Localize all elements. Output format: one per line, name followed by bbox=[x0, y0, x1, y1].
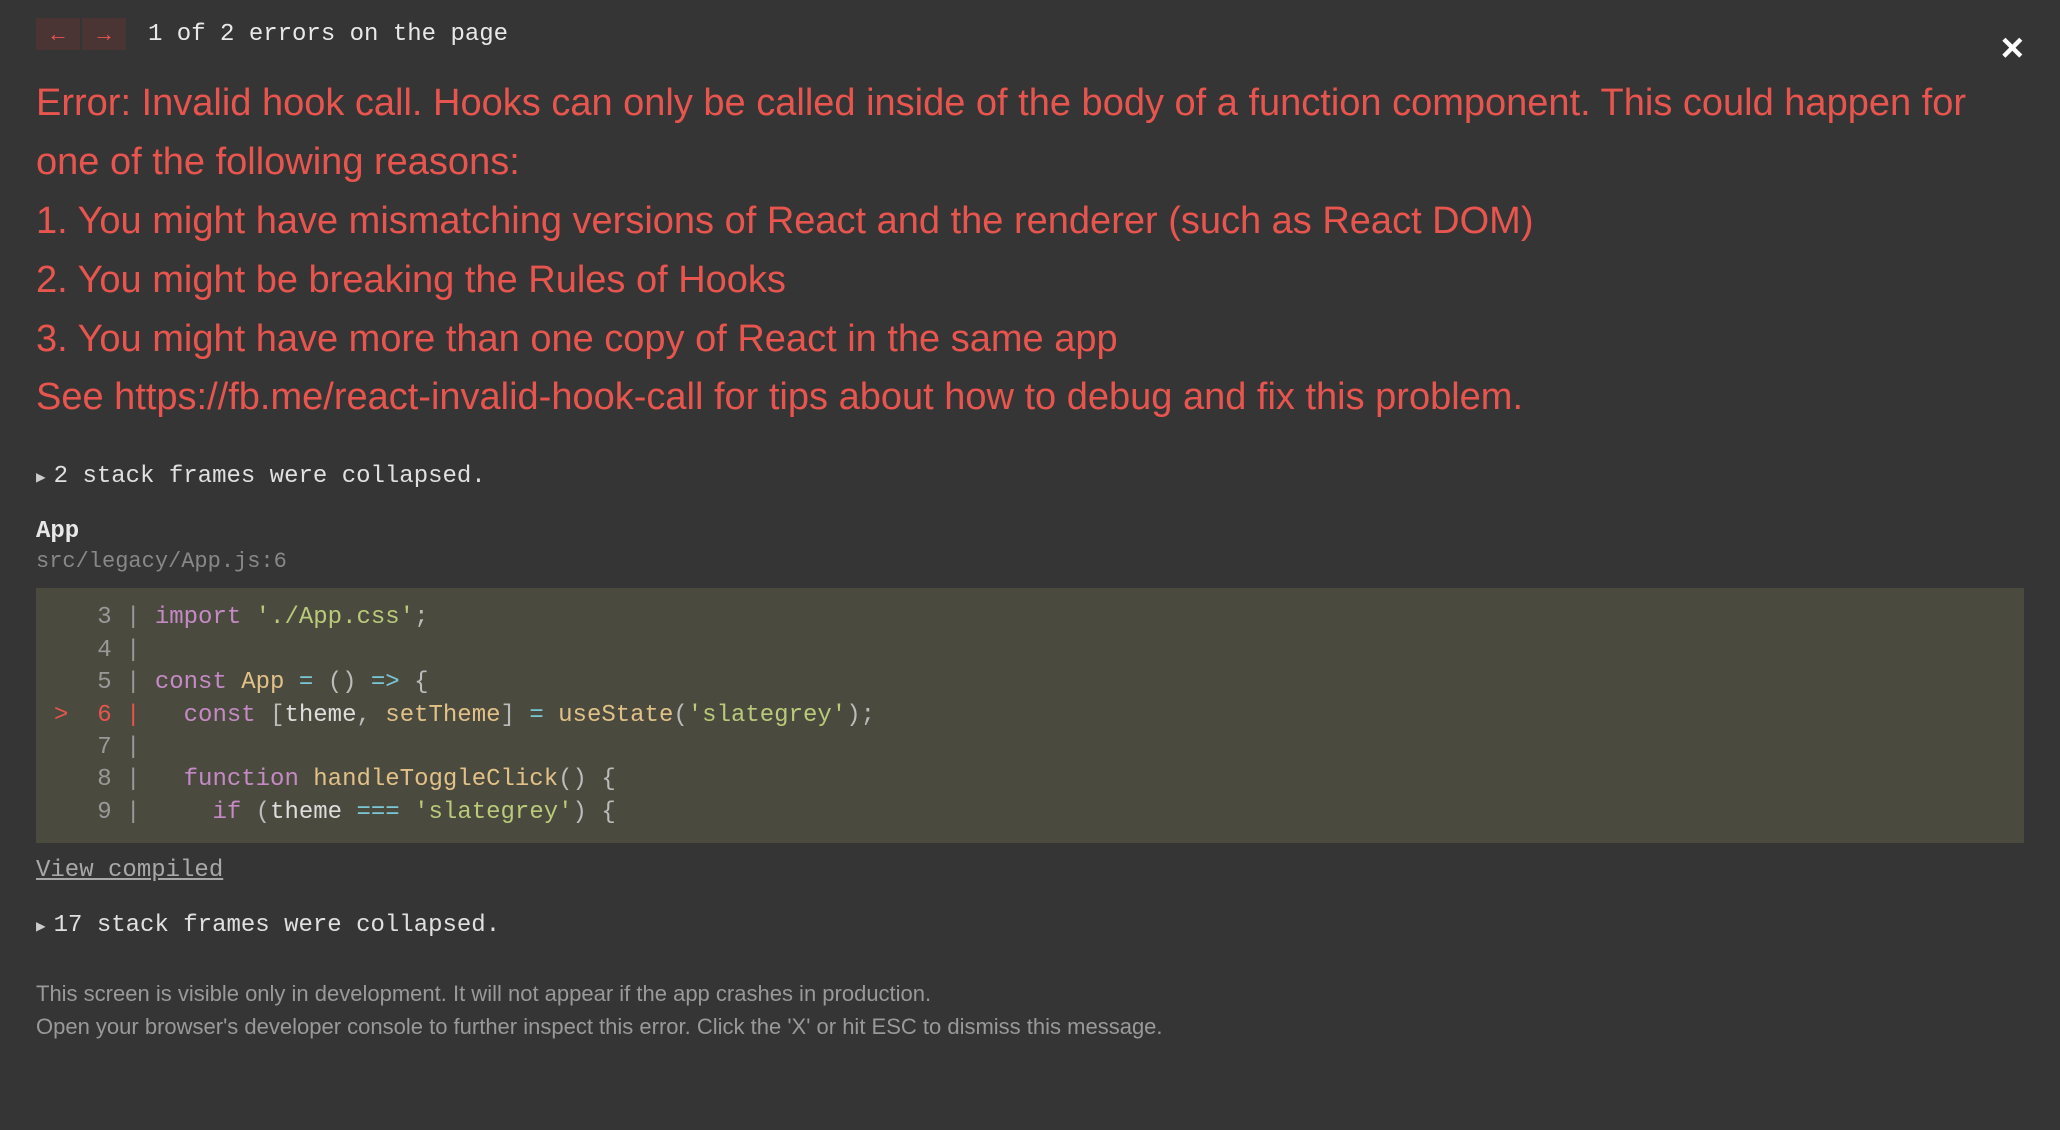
line-gutter: 4 | bbox=[54, 637, 155, 664]
code-token bbox=[155, 702, 184, 729]
code-snippet: 3 | import './App.css'; 4 | 5 | const Ap… bbox=[36, 588, 2024, 843]
code-token: if bbox=[212, 799, 241, 826]
close-button[interactable]: × bbox=[2001, 28, 2024, 68]
code-token bbox=[155, 766, 184, 793]
code-token: ; bbox=[414, 604, 428, 631]
code-token bbox=[357, 669, 371, 696]
line-gutter: 9 | bbox=[54, 799, 155, 826]
collapsed-frames-bottom[interactable]: ▶ 17 stack frames were collapsed. bbox=[36, 912, 2024, 939]
code-line: 5 | const App = () => { bbox=[54, 667, 2006, 699]
code-token: () bbox=[558, 766, 587, 793]
code-token: () bbox=[328, 669, 357, 696]
code-token: App bbox=[241, 669, 284, 696]
code-token: { bbox=[601, 799, 615, 826]
line-gutter: > 6 | bbox=[54, 702, 155, 729]
code-token: ] bbox=[501, 702, 515, 729]
code-token: function bbox=[184, 766, 299, 793]
code-token: [ bbox=[270, 702, 284, 729]
error-nav-header: ← → 1 of 2 errors on the page bbox=[36, 18, 2024, 50]
code-token bbox=[587, 766, 601, 793]
code-token: theme bbox=[284, 702, 356, 729]
view-compiled-link[interactable]: View compiled bbox=[36, 857, 223, 884]
expand-triangle-icon: ▶ bbox=[36, 916, 46, 936]
code-token: ( bbox=[256, 799, 270, 826]
collapsed-frames-top[interactable]: ▶ 2 stack frames were collapsed. bbox=[36, 463, 2024, 490]
code-token bbox=[299, 766, 313, 793]
code-token bbox=[515, 702, 529, 729]
code-token bbox=[400, 799, 414, 826]
code-line: 7 | bbox=[54, 732, 2006, 764]
line-gutter: 8 | bbox=[54, 766, 155, 793]
dev-footer: This screen is visible only in developme… bbox=[36, 977, 2024, 1043]
code-token: , bbox=[356, 702, 370, 729]
line-gutter: 5 | bbox=[54, 669, 155, 696]
code-token: 'slategrey' bbox=[688, 702, 846, 729]
code-line: 9 | if (theme === 'slategrey') { bbox=[54, 797, 2006, 829]
code-token bbox=[241, 799, 255, 826]
stack-frame-function: App bbox=[36, 518, 2024, 545]
footer-line: Open your browser's developer console to… bbox=[36, 1010, 2024, 1043]
line-gutter: 3 | bbox=[54, 604, 155, 631]
line-gutter: 7 | bbox=[54, 734, 155, 761]
code-token: { bbox=[601, 766, 615, 793]
code-token: import bbox=[155, 604, 241, 631]
prev-error-button[interactable]: ← bbox=[36, 18, 80, 50]
code-token: 'slategrey' bbox=[414, 799, 572, 826]
code-token: setTheme bbox=[385, 702, 500, 729]
code-token bbox=[544, 702, 558, 729]
code-token bbox=[313, 669, 327, 696]
code-token bbox=[284, 669, 298, 696]
footer-line: This screen is visible only in developme… bbox=[36, 977, 2024, 1010]
code-token: ; bbox=[861, 702, 875, 729]
error-counter: 1 of 2 errors on the page bbox=[148, 21, 508, 48]
code-token: => bbox=[371, 669, 400, 696]
code-token: = bbox=[529, 702, 543, 729]
code-token: ( bbox=[673, 702, 687, 729]
code-line: 3 | import './App.css'; bbox=[54, 602, 2006, 634]
code-token: const bbox=[155, 669, 227, 696]
code-token: handleToggleClick bbox=[313, 766, 558, 793]
code-token: './App.css' bbox=[256, 604, 414, 631]
code-token: ) bbox=[846, 702, 860, 729]
code-token bbox=[587, 799, 601, 826]
code-token: ) bbox=[573, 799, 587, 826]
code-line: 4 | bbox=[54, 635, 2006, 667]
code-token bbox=[241, 604, 255, 631]
code-token: useState bbox=[558, 702, 673, 729]
code-token: theme bbox=[270, 799, 356, 826]
code-line: 8 | function handleToggleClick() { bbox=[54, 764, 2006, 796]
code-token bbox=[227, 669, 241, 696]
code-token: { bbox=[414, 669, 428, 696]
error-message: Error: Invalid hook call. Hooks can only… bbox=[36, 74, 2024, 427]
collapsed-frames-label: 17 stack frames were collapsed. bbox=[54, 912, 500, 939]
next-error-button[interactable]: → bbox=[82, 18, 126, 50]
code-token bbox=[256, 702, 270, 729]
code-token: const bbox=[184, 702, 256, 729]
code-token bbox=[155, 799, 213, 826]
code-token: === bbox=[356, 799, 399, 826]
code-token bbox=[371, 702, 385, 729]
code-token: = bbox=[299, 669, 313, 696]
code-token bbox=[400, 669, 414, 696]
expand-triangle-icon: ▶ bbox=[36, 467, 46, 487]
stack-frame-location[interactable]: src/legacy/App.js:6 bbox=[36, 549, 2024, 574]
collapsed-frames-label: 2 stack frames were collapsed. bbox=[54, 463, 486, 490]
code-line: > 6 | const [theme, setTheme] = useState… bbox=[54, 700, 2006, 732]
